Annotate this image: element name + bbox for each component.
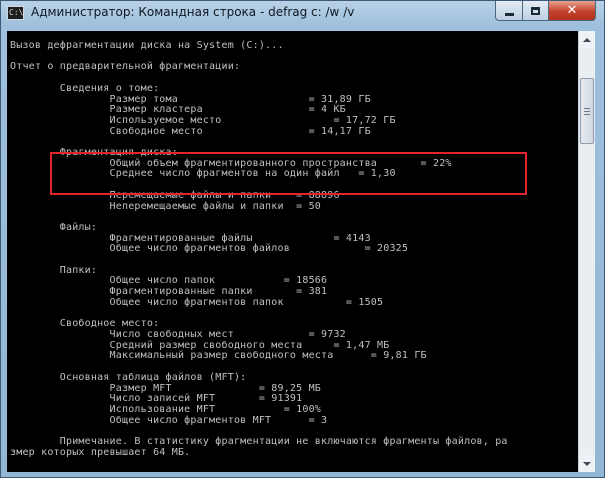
arrow-up-icon <box>583 37 591 42</box>
console-line: Свободное место: <box>10 318 160 330</box>
arrow-down-icon <box>583 461 591 466</box>
console-line: Используемое место = 17,72 ГБ <box>10 114 396 126</box>
console-line: Неперемещаемые файлы и папки = 50 <box>10 200 322 212</box>
minimize-icon <box>504 12 514 16</box>
console-line: Файлы: <box>10 221 98 233</box>
console-line: Вызов дефрагментации диска на System (C:… <box>10 40 284 51</box>
console-line: Максимальный размер свободного места = 9… <box>10 350 427 362</box>
cmd-app-icon[interactable]: C:\ <box>7 6 24 20</box>
console-line: Общее число фрагментов MFT = 3 <box>10 414 328 426</box>
close-button[interactable]: ✕ <box>548 1 596 21</box>
maximize-button[interactable] <box>522 1 549 21</box>
grip-icon <box>584 111 590 112</box>
console-line: Свободное место = 14,17 ГБ <box>10 125 371 137</box>
console-line: Общее число фрагментов файлов = 20325 <box>10 243 409 255</box>
scroll-up-button[interactable] <box>579 31 595 48</box>
console-line: Сведения о томе: <box>10 82 160 94</box>
console-line: Примечание. В статистику фрагментации не… <box>10 436 508 448</box>
vertical-scrollbar[interactable] <box>578 31 595 472</box>
console-line: Число записей MFT = 91391 <box>10 393 303 405</box>
minimize-button[interactable] <box>495 1 523 21</box>
console-line: змер которых превышает 64 МБ. <box>10 446 191 458</box>
console-line: Фрагментированные файлы = 4143 <box>10 232 371 244</box>
fragmentation-highlight-box <box>50 152 527 195</box>
console-output-area[interactable]: Вызов дефрагментации диска на System (C:… <box>7 31 578 472</box>
console-line: Общее число фрагментов папок = 1505 <box>10 296 384 308</box>
console-line: Использование MFT = 100% <box>10 403 322 415</box>
console-line: Фрагментированные папки = 381 <box>10 286 328 298</box>
console-text: Вызов дефрагментации диска на System (C:… <box>10 40 508 458</box>
scrollbar-thumb[interactable] <box>580 78 594 144</box>
close-icon: ✕ <box>566 3 578 18</box>
cmd-icon-label: C:\ <box>9 8 24 17</box>
grip-icon <box>584 114 590 115</box>
window-title: Администратор: Командная строка - defrag… <box>31 5 355 19</box>
console-line: Размер тома = 31,89 ГБ <box>10 93 371 105</box>
console-line: Размер MFT = 89,25 МБ <box>10 382 322 394</box>
console-line: Размер кластера = 4 КБ <box>10 104 346 116</box>
console-window: C:\ Администратор: Командная строка - de… <box>0 0 605 478</box>
title-bar[interactable]: C:\ Администратор: Командная строка - de… <box>1 1 604 28</box>
console-line: Отчет о предварительной фрагментации: <box>10 61 241 73</box>
console-line: Основная таблица файлов (MFT): <box>10 371 247 383</box>
scroll-down-button[interactable] <box>579 455 595 472</box>
grip-icon <box>584 108 590 109</box>
console-line: Число свободных мест = 9732 <box>10 328 346 340</box>
maximize-icon <box>531 6 540 15</box>
console-line: Общее число папок = 18566 <box>10 275 328 287</box>
